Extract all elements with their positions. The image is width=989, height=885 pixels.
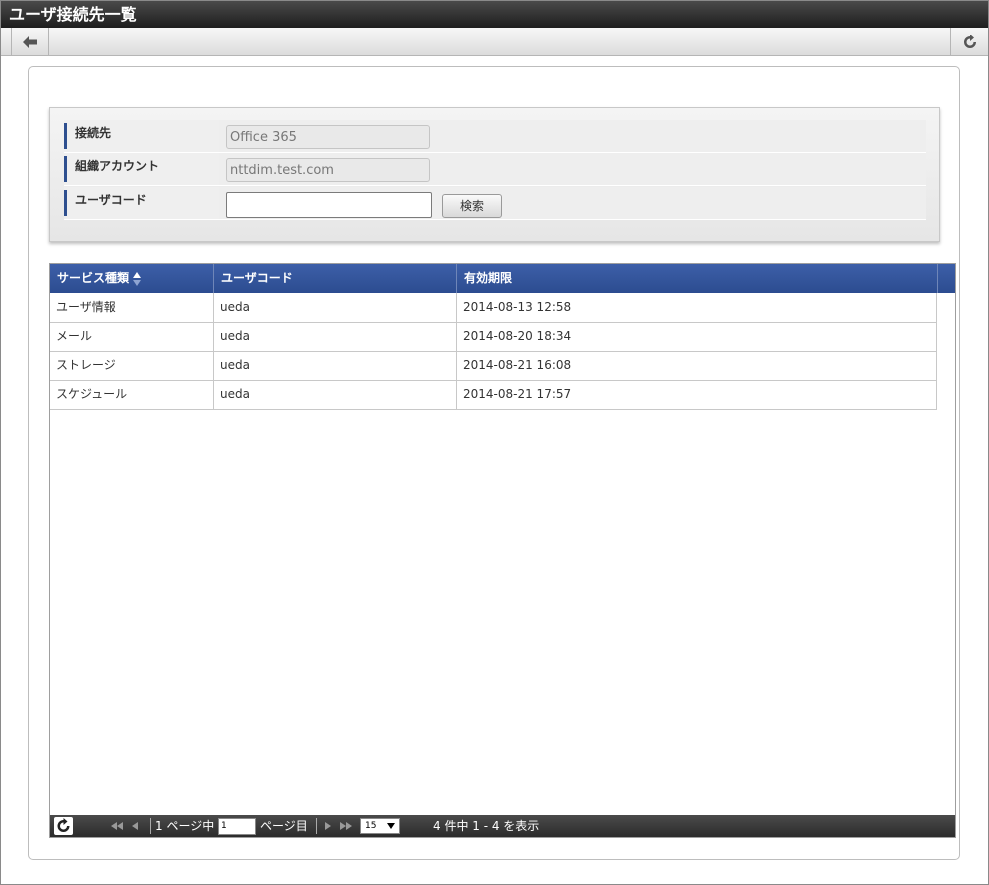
next-page-button[interactable] [323, 815, 333, 837]
search-form: 接続先 Office 365 組織アカウント nttdim.test.com ユ… [49, 107, 940, 242]
destination-field: Office 365 [226, 125, 430, 149]
search-row-org-account: 組織アカウント nttdim.test.com [64, 153, 926, 186]
search-row-destination: 接続先 Office 365 [64, 120, 926, 153]
cell-expiry: 2014-08-20 18:34 [457, 322, 937, 351]
table-row[interactable]: スケジュール ueda 2014-08-21 17:57 [50, 380, 937, 410]
refresh-button[interactable] [950, 28, 988, 55]
cell-user-code: ueda [214, 322, 457, 351]
pager-summary: 4 件中 1 - 4 を表示 [433, 819, 540, 833]
page-suffix: ページ目 [260, 819, 308, 833]
refresh-icon [57, 818, 70, 832]
first-page-icon [111, 822, 123, 830]
field-label: ユーザコード [64, 190, 216, 216]
cell-expiry: 2014-08-21 17:57 [457, 380, 937, 409]
cell-service-type: スケジュール [50, 380, 214, 409]
column-user-code[interactable]: ユーザコード [214, 264, 457, 293]
page-title: ユーザ接続先一覧 [1, 1, 988, 28]
table-row[interactable]: ユーザ情報 ueda 2014-08-13 12:58 [50, 293, 937, 323]
page-prefix: 1 ページ中 [155, 819, 215, 833]
column-service-type[interactable]: サービス種類 [50, 264, 214, 293]
user-code-input[interactable] [226, 192, 432, 218]
table-row[interactable]: メール ueda 2014-08-20 18:34 [50, 322, 937, 352]
sort-icon [133, 271, 142, 286]
toolbar [1, 28, 988, 56]
back-button[interactable] [11, 28, 49, 55]
table-header: サービス種類 ユーザコード 有効期限 [50, 264, 955, 293]
last-page-button[interactable] [339, 815, 353, 837]
pager-refresh-button[interactable] [54, 817, 73, 835]
field-label: 組織アカウント [64, 156, 216, 182]
cell-user-code: ueda [214, 351, 457, 380]
page-number-input[interactable]: 1 [218, 818, 256, 835]
last-page-icon [340, 822, 352, 830]
pager: 1 ページ中 1 ページ目 15 4 件中 1 - 4 を表示 [50, 815, 955, 837]
field-label: 接続先 [64, 123, 216, 149]
column-expiry[interactable]: 有効期限 [457, 264, 938, 293]
search-button[interactable]: 検索 [442, 194, 502, 218]
cell-user-code: ueda [214, 380, 457, 409]
refresh-icon [963, 34, 976, 48]
cell-service-type: ユーザ情報 [50, 293, 214, 322]
next-page-icon [325, 822, 331, 830]
table-row[interactable]: ストレージ ueda 2014-08-21 16:08 [50, 351, 937, 381]
prev-page-button[interactable] [130, 815, 140, 837]
rows-per-page-select[interactable]: 15 [360, 818, 400, 834]
first-page-button[interactable] [110, 815, 124, 837]
chevron-down-icon [387, 823, 395, 829]
cell-expiry: 2014-08-13 12:58 [457, 293, 937, 322]
cell-expiry: 2014-08-21 16:08 [457, 351, 937, 380]
search-row-user-code: ユーザコード 検索 [64, 187, 926, 220]
arrow-left-icon [23, 35, 37, 48]
prev-page-icon [132, 822, 138, 830]
cell-service-type: ストレージ [50, 351, 214, 380]
cell-service-type: メール [50, 322, 214, 351]
org-account-field: nttdim.test.com [226, 158, 430, 182]
results-table: サービス種類 ユーザコード 有効期限 ユーザ情報 ueda 2014-08-13… [49, 263, 956, 838]
cell-user-code: ueda [214, 293, 457, 322]
